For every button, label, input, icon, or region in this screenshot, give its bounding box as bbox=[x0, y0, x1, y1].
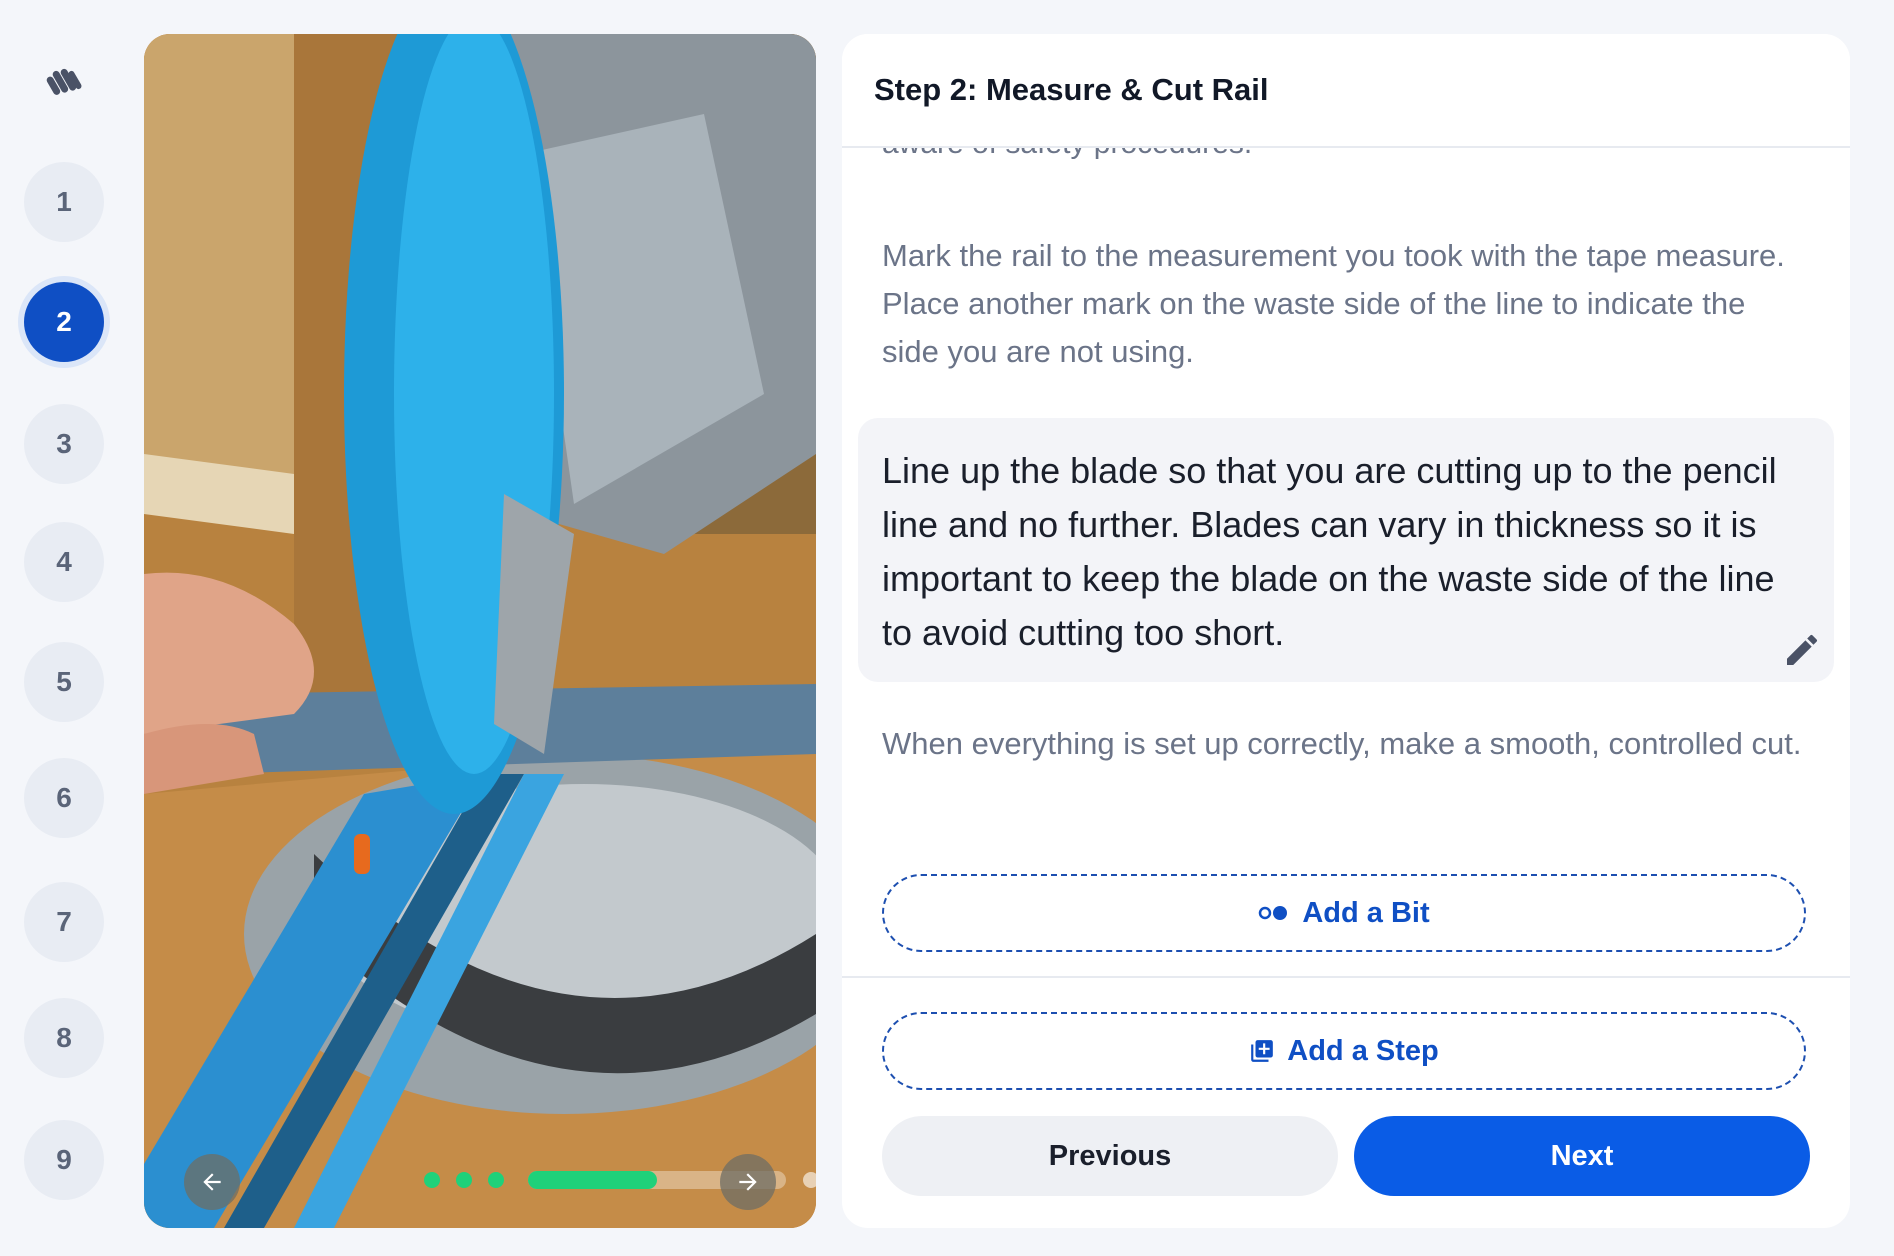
step-line-text: Line up the blade so that you are cuttin… bbox=[882, 450, 1777, 653]
step-button-1[interactable]: 1 bbox=[24, 162, 104, 242]
previous-button[interactable]: Previous bbox=[882, 1116, 1338, 1196]
step-panel: Step 2: Measure & Cut Rail aware of safe… bbox=[842, 34, 1850, 1228]
divider bbox=[842, 976, 1850, 978]
step-sidebar: 1 2 3 4 5 6 7 8 9 bbox=[0, 0, 130, 1256]
image-progress-fill bbox=[528, 1171, 657, 1189]
add-bit-button[interactable]: Add a Bit bbox=[882, 874, 1806, 952]
step-button-9[interactable]: 9 bbox=[24, 1120, 104, 1200]
step-media bbox=[144, 34, 816, 1228]
step-button-7[interactable]: 7 bbox=[24, 882, 104, 962]
step-line-highlighted[interactable]: Line up the blade so that you are cuttin… bbox=[858, 418, 1834, 682]
miter-saw-photo bbox=[144, 34, 816, 1228]
add-step-icon bbox=[1251, 1040, 1274, 1062]
previous-image-button[interactable] bbox=[184, 1154, 240, 1210]
arrow-left-icon bbox=[203, 1173, 221, 1191]
step-line[interactable]: When everything is set up correctly, mak… bbox=[882, 720, 1802, 768]
next-button[interactable]: Next bbox=[1354, 1116, 1810, 1196]
image-dot[interactable] bbox=[424, 1172, 440, 1188]
add-step-button[interactable]: Add a Step bbox=[882, 1012, 1806, 1090]
next-image-button[interactable] bbox=[720, 1154, 776, 1210]
bit-dots-icon bbox=[1259, 906, 1288, 920]
dozuki-hand-logo-icon[interactable] bbox=[44, 62, 84, 102]
add-bit-label: Add a Bit bbox=[1302, 896, 1430, 929]
arrow-right-icon bbox=[739, 1173, 757, 1191]
step-button-5[interactable]: 5 bbox=[24, 642, 104, 722]
step-title: Step 2: Measure & Cut Rail bbox=[874, 72, 1269, 107]
step-button-8[interactable]: 8 bbox=[24, 998, 104, 1078]
step-button-4[interactable]: 4 bbox=[24, 522, 104, 602]
image-dot[interactable] bbox=[456, 1172, 472, 1188]
step-button-2[interactable]: 2 bbox=[24, 282, 104, 362]
image-dot[interactable] bbox=[803, 1172, 816, 1188]
pencil-edit-icon[interactable] bbox=[1782, 630, 1822, 670]
step-line[interactable]: Mark the rail to the measurement you too… bbox=[882, 232, 1802, 376]
image-dot[interactable] bbox=[488, 1172, 504, 1188]
add-step-label: Add a Step bbox=[1287, 1034, 1439, 1067]
step-button-3[interactable]: 3 bbox=[24, 404, 104, 484]
step-button-6[interactable]: 6 bbox=[24, 758, 104, 838]
panel-header: Step 2: Measure & Cut Rail bbox=[842, 34, 1850, 148]
